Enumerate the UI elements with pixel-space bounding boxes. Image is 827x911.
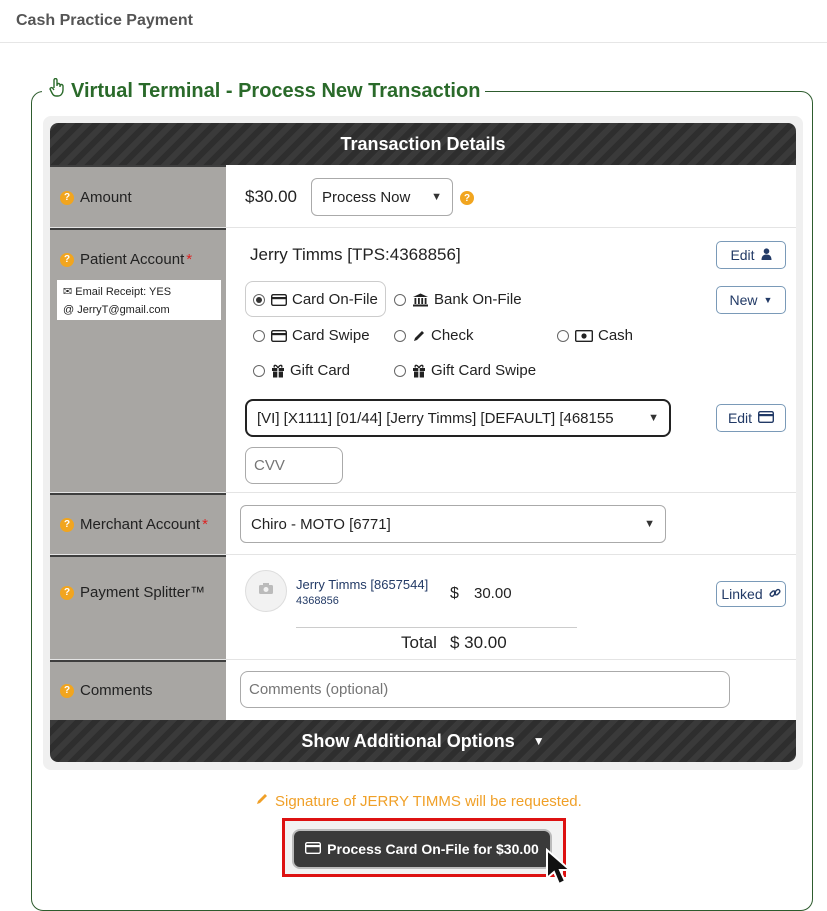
hand-pointer-icon — [47, 77, 71, 104]
avatar — [245, 570, 287, 612]
payment-method-card-on-file[interactable]: Card On-File — [253, 291, 378, 308]
receipt-info: ✉ Email Receipt: YES @ JerryT@gmail.com — [57, 280, 221, 320]
chevron-down-icon: ▼ — [431, 191, 442, 203]
total-value: $ 30.00 — [450, 633, 507, 652]
splitter-divider — [296, 627, 577, 628]
chevron-down-icon: ▼ — [644, 518, 655, 530]
credit-card-icon — [758, 410, 775, 426]
process-timing-select[interactable]: Process Now ▼ — [311, 178, 453, 216]
merchant-account-select[interactable]: Chiro - MOTO [6771] ▼ — [240, 505, 666, 543]
merchant-account-label: Merchant Account — [80, 516, 201, 533]
required-mark: * — [202, 516, 208, 533]
amount-label: Amount — [80, 189, 132, 206]
radio-checked[interactable] — [253, 293, 265, 306]
gift-icon — [271, 364, 285, 378]
help-icon[interactable]: ? — [60, 683, 74, 698]
credit-card-icon — [271, 329, 287, 342]
splitter-currency: $ — [450, 585, 459, 602]
user-icon — [761, 247, 772, 263]
payment-splitter-label: Payment Splitter™ — [80, 584, 206, 601]
payment-method-gift-card-swipe[interactable]: Gift Card Swipe — [394, 362, 536, 379]
help-icon[interactable]: ? — [60, 190, 74, 205]
help-icon[interactable]: ? — [60, 517, 74, 532]
email-receipt-status: ✉ Email Receipt: YES — [63, 286, 172, 298]
edit-patient-button[interactable]: Edit — [716, 241, 786, 269]
help-icon[interactable]: ? — [60, 585, 74, 600]
splitter-patient-id: 4368856 — [296, 595, 339, 607]
mouse-cursor-icon — [545, 847, 579, 893]
chevron-down-icon: ▼ — [648, 412, 659, 424]
splitter-patient-name[interactable]: Jerry Timms [8657544] — [296, 577, 428, 592]
show-additional-options-button[interactable]: Show Additional Options ▼ — [50, 720, 796, 762]
card-on-file-select[interactable]: [VI] [X1111] [01/44] [Jerry Timms] [DEFA… — [245, 399, 671, 437]
cvv-input[interactable] — [245, 447, 343, 484]
merchant-account-row: ? Merchant Account * Chiro - MOTO [6771]… — [50, 493, 796, 555]
link-icon — [769, 586, 781, 602]
page-title: Cash Practice Payment — [16, 12, 193, 29]
total-label: Total — [401, 633, 437, 652]
caret-down-icon: ▼ — [532, 734, 545, 748]
payment-method-check[interactable]: Check — [394, 327, 474, 344]
envelope-icon: ✉ — [63, 286, 73, 298]
section-title: Virtual Terminal - Process New Transacti… — [42, 77, 486, 104]
caret-down-icon: ▼ — [763, 295, 773, 305]
payment-method-card-swipe[interactable]: Card Swipe — [253, 327, 370, 344]
comments-input[interactable] — [240, 671, 730, 708]
payment-splitter-row: ? Payment Splitter™ Jerry Timms [8657544… — [50, 555, 796, 660]
comments-label: Comments — [80, 682, 153, 699]
payment-method-cash[interactable]: Cash — [557, 327, 633, 344]
patient-account-row: ? Patient Account * Jerry Timms [TPS:436… — [50, 228, 796, 493]
patient-account-label: Patient Account — [80, 251, 185, 268]
cash-icon — [575, 329, 593, 342]
amount-row: ? Amount $30.00 Process Now ▼ ? — [50, 165, 796, 228]
help-icon[interactable]: ? — [460, 191, 474, 205]
camera-icon — [258, 582, 274, 600]
linked-button[interactable]: Linked — [716, 581, 786, 607]
payment-method-gift-card[interactable]: Gift Card — [253, 362, 350, 379]
gift-icon — [412, 364, 426, 378]
patient-email: @ JerryT@gmail.com — [63, 304, 170, 316]
payment-method-bank-on-file[interactable]: Bank On-File — [394, 291, 522, 308]
at-icon: @ — [63, 304, 75, 316]
patient-name: Jerry Timms [TPS:4368856] — [250, 245, 461, 264]
amount-value: $30.00 — [245, 187, 297, 206]
comments-row: ? Comments — [50, 660, 796, 720]
credit-card-icon — [305, 841, 322, 857]
splitter-amount[interactable]: 30.00 — [474, 585, 512, 602]
pencil-icon — [412, 329, 426, 343]
page-header: Cash Practice Payment — [0, 0, 827, 43]
new-payment-method-button[interactable]: New ▼ — [716, 286, 786, 314]
edit-card-button[interactable]: Edit — [716, 404, 786, 432]
bank-icon — [412, 293, 429, 307]
process-card-on-file-button[interactable]: Process Card On-File for $30.00 — [294, 831, 550, 867]
required-mark: * — [186, 251, 193, 268]
pencil-icon — [255, 792, 269, 810]
transaction-details-header: Transaction Details — [50, 123, 796, 165]
signature-notice: Signature of JERRY TIMMS will be request… — [255, 792, 582, 810]
credit-card-icon — [271, 293, 287, 306]
help-icon[interactable]: ? — [60, 252, 74, 267]
